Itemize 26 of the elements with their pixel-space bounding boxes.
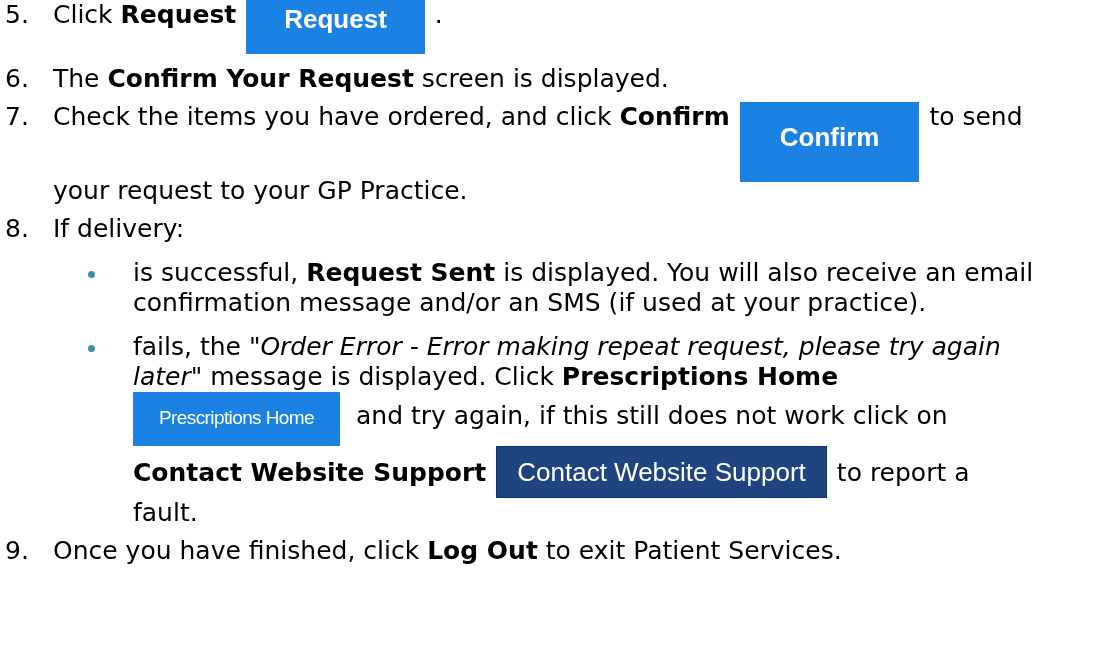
instruction-text: Check the items you have ordered, and click Confirm (53, 102, 730, 132)
button-screenshot: Confirm (739, 102, 920, 182)
step-number: 7. (5, 102, 30, 133)
instruction-text: fails, the "Order Error - Error making repeat request, please try again (133, 332, 1001, 362)
instruction-text: If delivery: (53, 214, 185, 244)
bullet-icon (88, 345, 95, 352)
instruction-text: to send (929, 102, 1023, 132)
step-number: 5. (5, 0, 30, 31)
button-screenshot: Prescriptions Home (133, 392, 340, 446)
instruction-text: your request to your GP Practice. (53, 176, 468, 206)
step-number: 8. (5, 214, 30, 245)
instruction-text: is successful, Request Sent is displayed. You will also receive an email confirmation message and/or an SMS (if used at your practice). (133, 258, 1035, 318)
button-screenshot: Contact Website Support (496, 446, 827, 498)
instruction-text: . (434, 0, 443, 30)
step-number: 6. (5, 64, 30, 94)
button-screenshot: Request (246, 0, 425, 54)
instruction-text: fault. (133, 498, 198, 528)
instruction-text: Click Request (53, 0, 237, 30)
step-number: 9. (5, 536, 30, 566)
instruction-text: Contact Website Support (133, 458, 487, 488)
instruction-text: The Confirm Your Request screen is displayed. (53, 64, 669, 94)
instruction-text: and try again, if this still does not work click on (356, 401, 948, 431)
instruction-text: to report a (836, 458, 970, 488)
instruction-text: later" message is displayed. Click Prescriptions Home (133, 362, 839, 392)
bullet-icon (88, 271, 95, 278)
instruction-text: Once you have finished, click Log Out to exit Patient Services. (53, 536, 842, 566)
